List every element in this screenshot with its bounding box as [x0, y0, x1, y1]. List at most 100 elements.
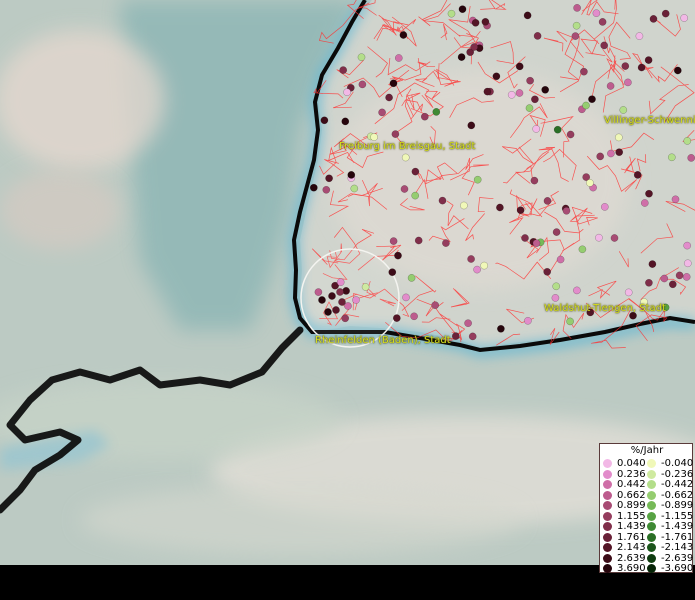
data-point[interactable]: [411, 167, 420, 176]
data-point[interactable]: [496, 203, 504, 212]
data-point[interactable]: [682, 273, 691, 281]
data-point[interactable]: [460, 201, 468, 210]
data-point[interactable]: [471, 18, 480, 27]
data-point[interactable]: [543, 267, 552, 276]
data-point[interactable]: [332, 306, 340, 314]
data-point[interactable]: [507, 90, 516, 99]
data-point[interactable]: [370, 133, 378, 141]
data-point[interactable]: [341, 117, 350, 126]
data-point[interactable]: [322, 185, 331, 194]
data-point[interactable]: [385, 93, 393, 102]
data-point[interactable]: [595, 233, 603, 242]
data-point[interactable]: [347, 171, 356, 179]
data-point[interactable]: [586, 179, 594, 187]
data-point[interactable]: [531, 95, 539, 104]
data-point[interactable]: [532, 125, 541, 133]
data-point[interactable]: [543, 197, 552, 205]
data-point[interactable]: [447, 9, 456, 18]
data-point[interactable]: [480, 261, 489, 270]
data-point[interactable]: [621, 62, 630, 70]
data-point[interactable]: [515, 89, 524, 97]
data-point[interactable]: [552, 282, 561, 291]
data-point[interactable]: [473, 265, 481, 274]
data-point[interactable]: [391, 130, 400, 138]
data-point[interactable]: [341, 314, 350, 323]
data-point[interactable]: [526, 76, 534, 85]
data-point[interactable]: [660, 274, 669, 283]
data-point[interactable]: [467, 255, 475, 263]
data-point[interactable]: [675, 271, 684, 280]
data-point[interactable]: [515, 62, 524, 71]
data-point[interactable]: [635, 32, 644, 40]
data-point[interactable]: [336, 288, 344, 296]
data-point[interactable]: [562, 206, 571, 215]
data-point[interactable]: [339, 66, 348, 74]
data-point[interactable]: [350, 184, 359, 193]
data-point[interactable]: [309, 183, 318, 192]
data-point[interactable]: [324, 308, 332, 316]
data-point[interactable]: [533, 32, 542, 40]
data-point[interactable]: [624, 78, 632, 87]
data-point[interactable]: [578, 245, 587, 254]
data-point[interactable]: [530, 176, 539, 185]
data-point[interactable]: [582, 101, 590, 110]
data-point[interactable]: [566, 130, 575, 139]
data-point[interactable]: [361, 283, 370, 291]
data-point[interactable]: [640, 199, 649, 207]
data-point[interactable]: [553, 125, 562, 134]
data-point[interactable]: [610, 234, 619, 242]
data-point[interactable]: [401, 153, 410, 162]
data-point[interactable]: [420, 112, 429, 121]
data-point[interactable]: [600, 41, 609, 50]
data-point[interactable]: [352, 296, 360, 304]
data-point[interactable]: [336, 278, 345, 287]
data-point[interactable]: [320, 116, 329, 125]
data-point[interactable]: [687, 154, 695, 162]
data-point[interactable]: [573, 286, 581, 295]
data-point[interactable]: [394, 251, 402, 260]
data-point[interactable]: [600, 203, 609, 211]
data-point[interactable]: [328, 292, 336, 300]
data-point[interactable]: [492, 72, 501, 81]
data-point[interactable]: [497, 324, 505, 333]
data-point[interactable]: [645, 189, 653, 198]
data-point[interactable]: [389, 237, 398, 245]
data-point[interactable]: [431, 301, 440, 310]
data-point[interactable]: [683, 259, 692, 268]
data-point[interactable]: [458, 5, 467, 14]
data-point[interactable]: [343, 88, 351, 97]
data-point[interactable]: [392, 314, 401, 322]
data-point[interactable]: [524, 316, 532, 325]
map-canvas[interactable]: [0, 0, 695, 600]
data-point[interactable]: [541, 85, 550, 94]
data-point[interactable]: [614, 133, 623, 142]
data-point[interactable]: [468, 332, 477, 341]
data-point[interactable]: [516, 206, 525, 215]
data-point[interactable]: [521, 234, 529, 242]
data-point[interactable]: [483, 87, 492, 96]
data-point[interactable]: [389, 79, 398, 88]
data-point[interactable]: [411, 191, 420, 200]
data-point[interactable]: [592, 9, 601, 18]
data-point[interactable]: [668, 280, 677, 289]
data-point[interactable]: [451, 332, 460, 340]
data-point[interactable]: [467, 121, 476, 130]
data-point[interactable]: [357, 53, 366, 62]
data-point[interactable]: [388, 268, 397, 277]
data-point[interactable]: [607, 149, 615, 158]
data-point[interactable]: [473, 175, 482, 184]
data-point[interactable]: [598, 18, 607, 26]
data-point[interactable]: [532, 239, 541, 248]
data-point[interactable]: [552, 228, 561, 236]
data-point[interactable]: [588, 95, 596, 104]
data-point[interactable]: [606, 82, 615, 90]
data-point[interactable]: [438, 196, 447, 205]
data-point[interactable]: [661, 9, 670, 18]
data-point[interactable]: [432, 108, 441, 116]
data-point[interactable]: [414, 236, 423, 245]
data-point[interactable]: [318, 296, 326, 304]
map-view[interactable]: Freiburg im Breisgau, Stadt Villinger-Sc…: [0, 0, 695, 600]
data-point[interactable]: [402, 293, 410, 302]
data-point[interactable]: [572, 21, 581, 30]
data-point[interactable]: [399, 31, 408, 39]
